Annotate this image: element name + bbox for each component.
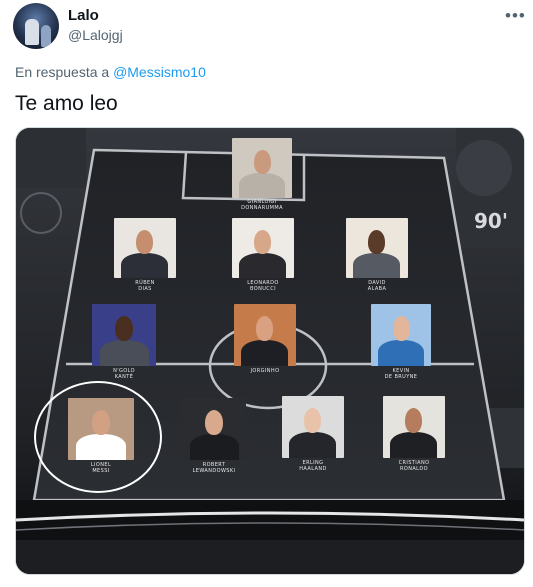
player-card-rl: ROBERT LEWANDOWSKI (182, 398, 246, 474)
player-name: DAVID ALABA (367, 280, 387, 292)
player-photo (232, 138, 292, 198)
player-card-lm: LIONEL MESSI (68, 398, 134, 474)
player-head (115, 316, 133, 341)
player-photo (371, 304, 431, 366)
player-head (405, 408, 422, 433)
player-torso (390, 432, 437, 458)
player-torso (121, 253, 168, 278)
player-head (136, 230, 153, 254)
player-head (254, 230, 271, 254)
player-name: KEVIN DE BRUYNE (384, 368, 418, 380)
tweet-media-image[interactable]: 90' GIANLUIGI DONNARUMMA RÚBEN DIAS LEON… (15, 127, 525, 575)
player-card-lb: LEONARDO BONUCCI (232, 218, 294, 292)
player-photo (234, 304, 296, 366)
player-torso (76, 434, 126, 460)
avatar-figure-secondary (41, 25, 51, 47)
player-photo (92, 304, 156, 366)
player-photo (346, 218, 408, 278)
player-head (254, 150, 271, 174)
player-head (256, 316, 273, 341)
player-name: LIONEL MESSI (90, 462, 112, 474)
player-torso (241, 340, 288, 366)
player-photo (383, 396, 445, 458)
player-torso (239, 173, 285, 198)
player-card-rd: RÚBEN DIAS (114, 218, 176, 292)
player-name: GIANLUIGI DONNARUMMA (241, 199, 283, 211)
player-name: N'GOLO KANTÉ (113, 368, 135, 380)
reply-prefix: En respuesta a (15, 64, 110, 80)
tweet-text: Te amo leo (15, 92, 118, 115)
author-handle[interactable]: @Lalojgj (68, 27, 123, 43)
player-head (304, 408, 321, 433)
player-photo (182, 398, 246, 460)
player-name: RÚBEN DIAS (135, 280, 155, 292)
player-torso (289, 432, 336, 458)
player-torso (353, 253, 400, 278)
player-torso (100, 340, 149, 366)
player-card-da: DAVID ALABA (346, 218, 408, 292)
author-avatar[interactable] (13, 3, 59, 49)
player-name: CRISTIANO RONALDO (398, 460, 430, 472)
player-torso (239, 253, 286, 278)
player-name: ERLING HAALAND (299, 460, 327, 472)
reply-to-link[interactable]: @Messismo10 (113, 64, 206, 80)
player-name: LEONARDO BONUCCI (247, 280, 279, 292)
player-card-kd: KEVIN DE BRUYNE (371, 304, 431, 380)
broadcast-badge: 90' (474, 209, 508, 233)
player-card-eh: ERLING HAALAND (282, 396, 344, 472)
author-name[interactable]: Lalo (68, 7, 99, 24)
player-head (368, 230, 385, 254)
player-card-jo: JORGINHO (234, 304, 296, 374)
player-photo (282, 396, 344, 458)
player-name: JORGINHO (250, 368, 280, 374)
player-photo (68, 398, 134, 460)
player-card-gk: GIANLUIGI DONNARUMMA (232, 138, 292, 211)
player-card-nk: N'GOLO KANTÉ (92, 304, 156, 380)
player-photo (114, 218, 176, 278)
player-head (393, 316, 410, 341)
more-icon[interactable]: ••• (505, 6, 526, 26)
player-head (92, 410, 110, 435)
player-photo (232, 218, 294, 278)
player-card-cr: CRISTIANO RONALDO (383, 396, 445, 472)
player-torso (378, 340, 424, 366)
player-torso (190, 434, 239, 460)
player-head (205, 410, 223, 435)
player-name: ROBERT LEWANDOWSKI (192, 462, 236, 474)
reply-context: En respuesta a @Messismo10 (15, 64, 206, 80)
avatar-figure (25, 19, 39, 45)
